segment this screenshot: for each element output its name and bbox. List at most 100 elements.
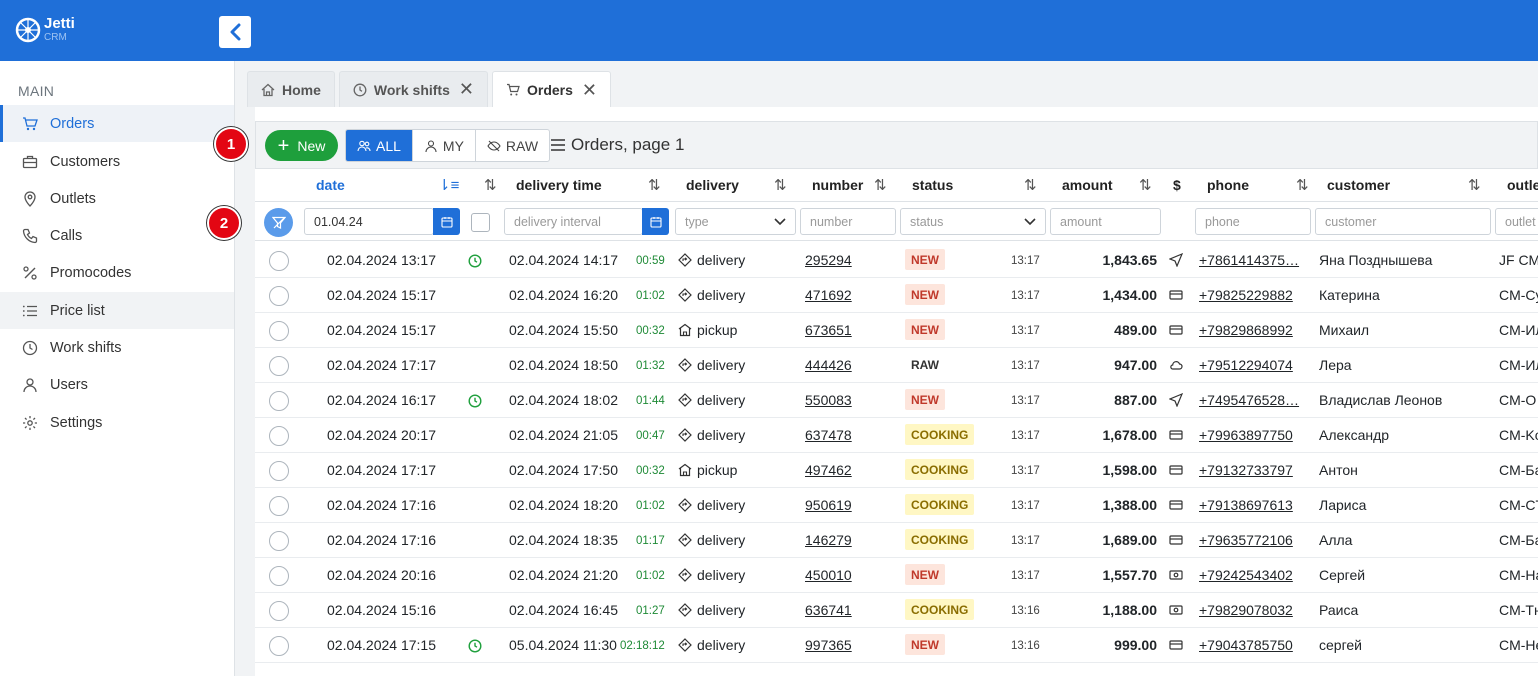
column-delivery-time[interactable]: delivery time <box>516 177 602 193</box>
table-row[interactable]: 02.04.2024 15:17 02.04.2024 16:20 01:02 del… <box>255 278 1538 313</box>
order-number-link[interactable]: 444426 <box>805 357 852 373</box>
column-outlet[interactable]: outle <box>1507 177 1538 193</box>
row-select-radio[interactable] <box>269 356 289 376</box>
column-amount[interactable]: amount <box>1062 177 1113 193</box>
phone-link[interactable]: +79635772106 <box>1199 532 1301 548</box>
delivery-interval-input[interactable]: delivery interval <box>504 208 643 235</box>
order-number-link[interactable]: 637478 <box>805 427 852 443</box>
row-select-radio[interactable] <box>269 391 289 411</box>
phone-link[interactable]: +7495476528… <box>1199 392 1301 408</box>
table-row[interactable]: 02.04.2024 20:17 02.04.2024 21:05 00:47 del… <box>255 418 1538 453</box>
row-select-radio[interactable] <box>269 566 289 586</box>
row-select-radio[interactable] <box>269 251 289 271</box>
urgent-checkbox[interactable] <box>471 213 490 232</box>
column-date[interactable]: date <box>316 177 345 193</box>
sort-icon[interactable]: ⇅ <box>1139 176 1152 194</box>
table-row[interactable]: 02.04.2024 16:17 02.04.2024 18:02 01:44 del… <box>255 383 1538 418</box>
phone-link[interactable]: +79512294074 <box>1199 357 1301 373</box>
table-row[interactable]: 02.04.2024 20:16 02.04.2024 21:20 01:02 del… <box>255 558 1538 593</box>
tab-home[interactable]: Home <box>247 71 335 107</box>
column-delivery[interactable]: delivery <box>686 177 739 193</box>
row-select-radio[interactable] <box>269 601 289 621</box>
column-number[interactable]: number <box>812 177 863 193</box>
close-icon[interactable]: ✕ <box>582 80 597 101</box>
table-row[interactable]: 02.04.2024 17:15 05.04.2024 11:30 02:18:12… <box>255 628 1538 663</box>
column-status[interactable]: status <box>912 177 953 193</box>
phone-filter-input[interactable]: phone <box>1195 208 1311 235</box>
phone-link[interactable]: +79138697613 <box>1199 497 1301 513</box>
sidebar-item-customers[interactable]: Customers <box>0 143 234 180</box>
sort-icon[interactable]: ⇅ <box>1024 176 1037 194</box>
sort-icon[interactable]: ⇅ <box>1296 176 1309 194</box>
phone-link[interactable]: +79825229882 <box>1199 287 1301 303</box>
order-number-link[interactable]: 295294 <box>805 252 852 268</box>
sort-icon[interactable]: ⇅ <box>1468 176 1481 194</box>
phone-link[interactable]: +7861414375… <box>1199 252 1301 268</box>
order-number-link[interactable]: 471692 <box>805 287 852 303</box>
sort-icon[interactable]: ⇅ <box>648 176 661 194</box>
order-number-link[interactable]: 450010 <box>805 567 852 583</box>
order-number-link[interactable]: 997365 <box>805 637 852 653</box>
row-select-radio[interactable] <box>269 496 289 516</box>
sort-icon[interactable]: ⇅ <box>874 176 887 194</box>
tab-orders[interactable]: Orders ✕ <box>491 71 611 108</box>
amount-filter-input[interactable]: amount <box>1050 208 1161 235</box>
table-row[interactable]: 02.04.2024 17:17 02.04.2024 17:50 00:32 pic… <box>255 453 1538 488</box>
sort-icon[interactable]: ⇅ <box>774 176 787 194</box>
new-order-button[interactable]: + New <box>265 130 338 161</box>
phone-link[interactable]: +79829078032 <box>1199 602 1301 618</box>
sidebar-item-work-shifts[interactable]: Work shifts <box>0 329 234 366</box>
order-number-link[interactable]: 146279 <box>805 532 852 548</box>
sidebar-item-orders[interactable]: Orders <box>0 105 234 142</box>
column-customer[interactable]: customer <box>1327 177 1390 193</box>
row-select-radio[interactable] <box>269 461 289 481</box>
date-picker-button[interactable] <box>433 208 460 235</box>
order-number-link[interactable]: 673651 <box>805 322 852 338</box>
filter-raw-button[interactable]: RAW <box>476 130 549 161</box>
phone-link[interactable]: +79132733797 <box>1199 462 1301 478</box>
sidebar-item-outlets[interactable]: Outlets <box>0 180 234 217</box>
table-row[interactable]: 02.04.2024 15:17 02.04.2024 15:50 00:32 pic… <box>255 313 1538 348</box>
number-filter-input[interactable]: number <box>800 208 896 235</box>
sidebar-item-promocodes[interactable]: Promocodes <box>0 254 234 291</box>
column-phone[interactable]: phone <box>1207 177 1249 193</box>
table-row[interactable]: 02.04.2024 15:16 02.04.2024 16:45 01:27 del… <box>255 593 1538 628</box>
sidebar-item-calls[interactable]: Calls <box>0 217 234 254</box>
clear-filter-button[interactable] <box>264 208 293 237</box>
interval-picker-button[interactable] <box>642 208 669 235</box>
column-pay[interactable]: $ <box>1173 177 1181 193</box>
sort-icon[interactable]: ⇅ <box>484 176 497 194</box>
order-number-link[interactable]: 950619 <box>805 497 852 513</box>
tab-work-shifts[interactable]: Work shifts ✕ <box>338 71 488 107</box>
table-row[interactable]: 02.04.2024 17:16 02.04.2024 18:20 01:02 del… <box>255 488 1538 523</box>
date-filter-input[interactable]: 01.04.24 <box>304 208 434 235</box>
close-icon[interactable]: ✕ <box>459 79 474 100</box>
table-row[interactable]: 02.04.2024 17:16 02.04.2024 18:35 01:17 del… <box>255 523 1538 558</box>
collapse-sidebar-button[interactable] <box>219 16 251 48</box>
row-select-radio[interactable] <box>269 636 289 656</box>
type-select[interactable]: type <box>675 208 796 235</box>
sidebar-item-users[interactable]: Users <box>0 366 234 403</box>
phone-link[interactable]: +79829868992 <box>1199 322 1301 338</box>
sidebar-item-price-list[interactable]: Price list <box>0 292 234 329</box>
row-select-radio[interactable] <box>269 531 289 551</box>
order-number-link[interactable]: 636741 <box>805 602 852 618</box>
status-select[interactable]: status <box>900 208 1046 235</box>
filter-all-button[interactable]: ALL <box>346 130 413 161</box>
menu-icon[interactable] <box>551 139 565 151</box>
row-select-radio[interactable] <box>269 321 289 341</box>
phone-link[interactable]: +79242543402 <box>1199 567 1301 583</box>
phone-link[interactable]: +79043785750 <box>1199 637 1301 653</box>
outlet-filter-input[interactable]: outlet <box>1495 208 1538 235</box>
table-row[interactable]: 02.04.2024 17:17 02.04.2024 18:50 01:32 del… <box>255 348 1538 383</box>
customer-filter-input[interactable]: customer <box>1315 208 1491 235</box>
sidebar-item-settings[interactable]: Settings <box>0 404 234 441</box>
order-number-link[interactable]: 550083 <box>805 392 852 408</box>
row-select-radio[interactable] <box>269 426 289 446</box>
sort-desc-icon[interactable]: ⇂≡ <box>438 176 459 194</box>
table-row[interactable]: 02.04.2024 13:17 02.04.2024 14:17 00:59 del… <box>255 243 1538 278</box>
phone-link[interactable]: +79963897750 <box>1199 427 1301 443</box>
order-number-link[interactable]: 497462 <box>805 462 852 478</box>
row-select-radio[interactable] <box>269 286 289 306</box>
filter-my-button[interactable]: MY <box>413 130 476 161</box>
